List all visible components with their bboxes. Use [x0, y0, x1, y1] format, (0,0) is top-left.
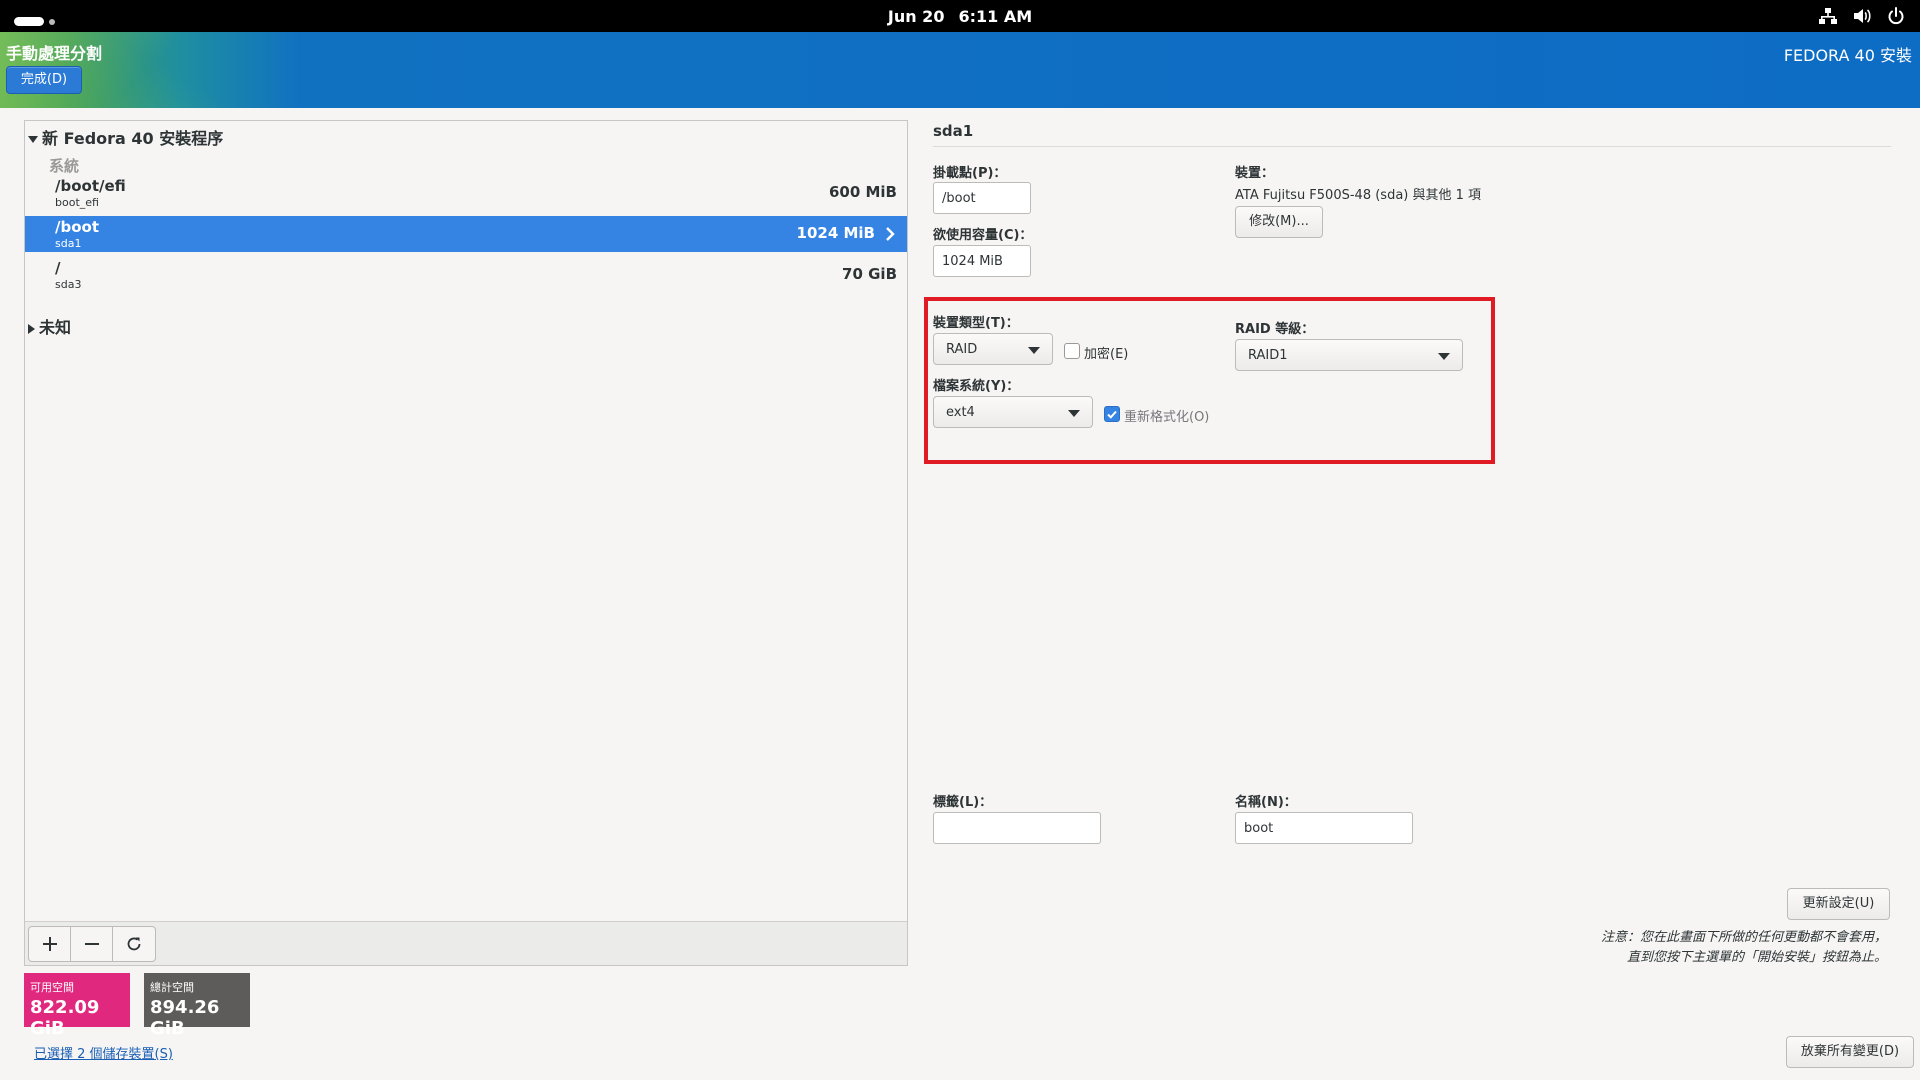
system-top-bar: Jun 20 6:11 AM [0, 0, 1920, 32]
device-label: 裝置： [1235, 166, 1275, 181]
partition-row-boot[interactable]: /boot sda1 1024 MiB [25, 216, 907, 252]
tag-input[interactable] [933, 812, 1101, 844]
partition-device: sda3 [55, 278, 82, 291]
partition-row-boot-efi[interactable]: /boot/efi boot_efi 600 MiB [25, 175, 907, 211]
name-input[interactable]: boot [1235, 812, 1413, 844]
partition-mount-point: / [55, 259, 61, 277]
note-line-2: 直到您按下主選單的「開始安裝」按鈕為止。 [1626, 950, 1887, 965]
total-space-value: 894.26 GiB [150, 997, 220, 1039]
discard-changes-button[interactable]: 放棄所有變更(D) [1786, 1036, 1914, 1068]
volume-icon[interactable] [1852, 6, 1872, 26]
remove-partition-button[interactable] [71, 927, 113, 961]
mount-point-label: 掛載點(P)： [933, 166, 1007, 181]
partition-size: 70 GiB [842, 265, 897, 283]
clock-time: 6:11 AM [958, 7, 1033, 26]
unknown-group-header[interactable]: 未知 [28, 314, 71, 338]
partition-tree-pane: 新 Fedora 40 安裝程序 系統 /boot/efi boot_efi 6… [24, 120, 908, 966]
tag-label: 標籤(L)： [933, 795, 993, 810]
plus-icon [42, 937, 57, 951]
update-settings-button[interactable]: 更新設定(U) [1787, 888, 1890, 920]
clock-date: Jun 20 [887, 7, 945, 26]
chevron-right-icon [886, 227, 895, 241]
partition-row-root[interactable]: / sda3 70 GiB [25, 257, 907, 293]
partition-size: 1024 MiB [796, 224, 875, 242]
partition-size: 600 MiB [828, 183, 897, 201]
power-icon[interactable] [1886, 6, 1906, 26]
partition-device: boot_efi [55, 196, 99, 209]
refresh-button[interactable] [113, 927, 155, 961]
capacity-input[interactable]: 1024 MiB [933, 245, 1031, 277]
expand-down-icon [28, 136, 38, 143]
device-value: ATA Fujitsu F500S-48 (sda) 與其他 1 項 [1235, 188, 1482, 203]
pending-changes-note: 注意：您在此畫面下所做的任何更動都不會套用， 直到您按下主選單的「開始安裝」按鈕… [1601, 928, 1887, 968]
selected-devices-link[interactable]: 已選擇 2 個儲存裝置(S) [34, 1043, 173, 1062]
modify-device-button[interactable]: 修改(M)... [1235, 206, 1323, 238]
system-tray[interactable] [1818, 6, 1906, 26]
new-install-group-label: 新 Fedora 40 安裝程序 [42, 129, 224, 148]
network-wired-icon[interactable] [1818, 6, 1838, 26]
detail-separator [933, 146, 1891, 147]
system-section-label: 系統 [49, 157, 80, 175]
partition-toolbar [25, 921, 907, 965]
mount-point-input[interactable]: /boot [933, 182, 1031, 214]
add-partition-button[interactable] [29, 927, 71, 961]
note-line-1: 注意：您在此畫面下所做的任何更動都不會套用， [1600, 930, 1887, 945]
partition-mount-point: /boot [55, 218, 99, 236]
expand-right-icon [28, 323, 35, 334]
installer-header: 手動處理分割 完成(D) FEDORA 40 安裝 [0, 32, 1920, 108]
available-space-label: 可用空間 [30, 981, 74, 994]
page-title: 手動處理分割 [6, 44, 103, 63]
highlight-annotation-box [924, 297, 1495, 464]
unknown-group-label: 未知 [39, 318, 72, 337]
total-space-tile: 總計空間 894.26 GiB [144, 973, 250, 1039]
name-label: 名稱(N)： [1235, 795, 1297, 810]
partition-button-group [28, 926, 156, 962]
partition-device: sda1 [55, 237, 82, 250]
product-title: FEDORA 40 安裝 [1783, 46, 1912, 65]
available-space-value: 822.09 GiB [30, 997, 100, 1039]
clock[interactable]: Jun 20 6:11 AM [0, 7, 1920, 26]
done-button[interactable]: 完成(D) [6, 66, 82, 94]
detail-title: sda1 [933, 122, 974, 140]
capacity-label: 欲使用容量(C)： [933, 228, 1033, 243]
total-space-label: 總計空間 [150, 981, 194, 994]
available-space-tile: 可用空間 822.09 GiB [24, 973, 130, 1039]
partition-mount-point: /boot/efi [55, 177, 126, 195]
refresh-icon [127, 937, 141, 951]
new-install-group-header[interactable]: 新 Fedora 40 安裝程序 [28, 125, 223, 149]
minus-icon [84, 943, 99, 945]
